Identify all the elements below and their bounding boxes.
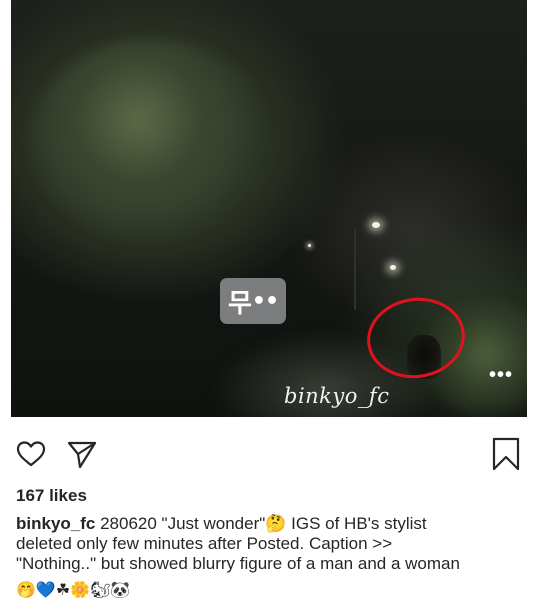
sticker-dots: •• [251, 288, 279, 314]
paper-plane-icon[interactable] [66, 438, 98, 470]
distant-light [308, 244, 311, 247]
heart-outline-icon[interactable] [15, 438, 47, 470]
bookmark-outline-icon[interactable] [491, 436, 521, 472]
street-lamp-light [390, 265, 396, 270]
likes-count[interactable]: 167 likes [16, 486, 87, 506]
watermark-text: binkyo_fc [284, 384, 390, 408]
post-caption: binkyo_fc 280620 "Just wonder"🤔 IGS of H… [16, 514, 531, 574]
caption-emojis: 🤭💙☘🌼🐿🐼 [16, 580, 131, 599]
street-lamp-light [372, 222, 380, 228]
post-action-bar [0, 430, 538, 478]
night-scene-image: 무 •• ••• binkyo_fc [11, 0, 527, 417]
caption-line-1: binkyo_fc 280620 "Just wonder"🤔 IGS of H… [16, 514, 531, 534]
post-photo[interactable]: 무 •• ••• binkyo_fc [0, 0, 538, 430]
more-options-icon[interactable]: ••• [489, 364, 513, 387]
tree-foliage [31, 40, 271, 240]
caption-line-3: "Nothing.." but showed blurry figure of … [16, 554, 460, 573]
street-lamp-pole [354, 230, 356, 310]
korean-text-sticker: 무 •• [220, 278, 286, 324]
caption-line-2: deleted only few minutes after Posted. C… [16, 534, 393, 553]
caption-username[interactable]: binkyo_fc [16, 514, 95, 533]
sticker-char: 무 [227, 288, 252, 319]
caption-text-1: 280620 "Just wonder"🤔 IGS of HB's stylis… [95, 514, 427, 533]
